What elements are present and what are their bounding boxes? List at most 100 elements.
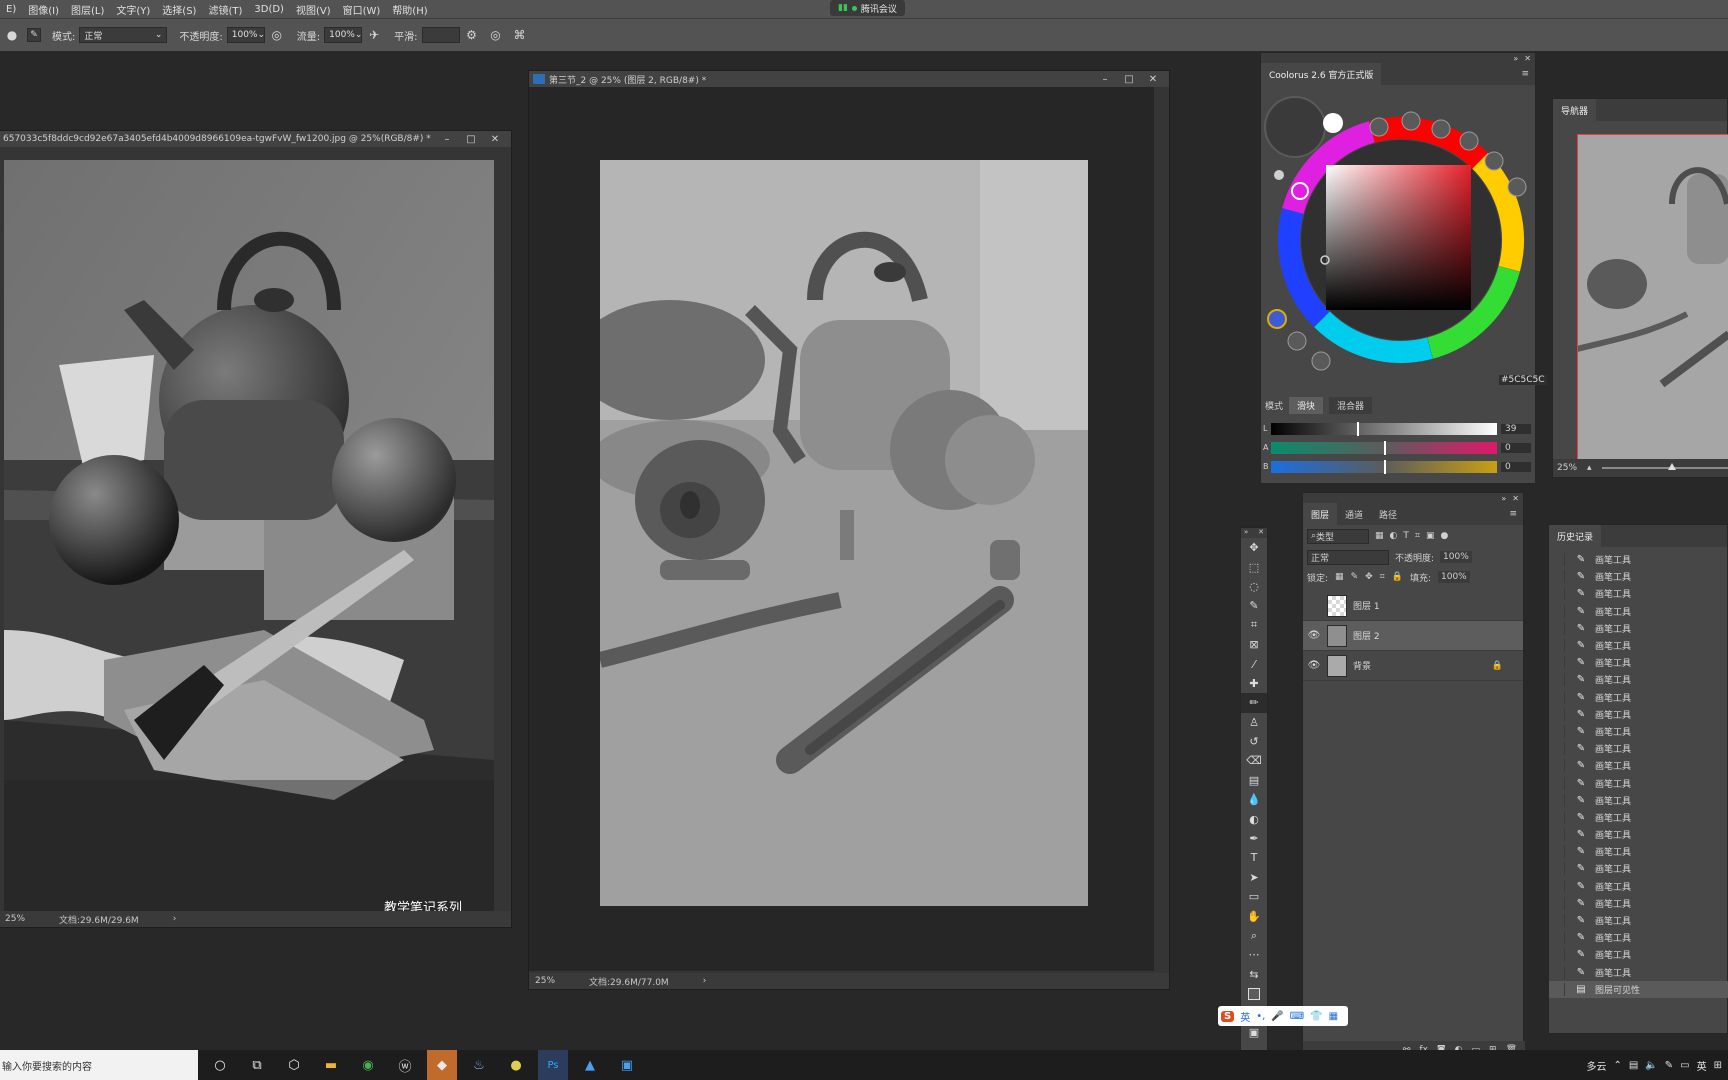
play-icon[interactable] bbox=[1311, 351, 1331, 371]
task-view-icon[interactable]: ⧉ bbox=[242, 1050, 272, 1080]
quick-select-tool-icon[interactable]: ✎ bbox=[1241, 596, 1267, 615]
a-slider-track[interactable] bbox=[1271, 440, 1497, 455]
history-item[interactable]: ✎ 画笔工具 bbox=[1549, 706, 1728, 723]
menu-type[interactable]: 文字(Y) bbox=[110, 2, 156, 17]
history-item[interactable]: ✎ 画笔工具 bbox=[1549, 603, 1728, 620]
menu-filter[interactable]: 滤镜(T) bbox=[202, 2, 248, 17]
slider-value[interactable]: 39 bbox=[1501, 423, 1531, 434]
dodge-tool-icon[interactable]: ◐ bbox=[1241, 809, 1267, 828]
layer-name[interactable]: 背景 bbox=[1353, 659, 1492, 672]
move-tool-icon[interactable]: ✥ bbox=[1241, 538, 1267, 557]
zoom-slider-thumb[interactable] bbox=[1667, 463, 1676, 470]
history-item[interactable]: ✎ 画笔工具 bbox=[1549, 964, 1728, 981]
layer-name[interactable]: 图层 2 bbox=[1353, 629, 1380, 642]
brush-settings-icon[interactable]: ✎ bbox=[27, 28, 41, 42]
lasso-tool-icon[interactable]: ◌ bbox=[1241, 577, 1267, 596]
menu-select[interactable]: 选择(S) bbox=[156, 2, 202, 17]
app-mountain-icon[interactable]: ▲ bbox=[575, 1050, 605, 1080]
app-lemon-icon[interactable]: ● bbox=[501, 1050, 531, 1080]
keyboard-icon[interactable]: ⌨ bbox=[1290, 1011, 1304, 1022]
close-icon[interactable]: ✕ bbox=[1258, 528, 1264, 538]
mode-select[interactable]: 正常 ⌄ bbox=[79, 27, 168, 43]
history-item[interactable]: ✎ 画笔工具 bbox=[1549, 723, 1728, 740]
zoom-tool-icon[interactable]: ⌕ bbox=[1241, 926, 1267, 945]
crop-tool-icon[interactable]: ⌗ bbox=[1241, 616, 1267, 635]
taskbar-search[interactable]: 输入你要搜索的内容 bbox=[0, 1050, 198, 1080]
eraser-tool-icon[interactable]: ⌫ bbox=[1241, 751, 1267, 770]
history-item[interactable]: ✎ 画笔工具 bbox=[1549, 860, 1728, 877]
tab-navigator[interactable]: 导航器 bbox=[1553, 99, 1597, 121]
b-slider-track[interactable] bbox=[1271, 459, 1497, 474]
preset-dial-icon[interactable] bbox=[1431, 119, 1451, 139]
hex-color-value[interactable]: #5C5C5C bbox=[1499, 375, 1547, 385]
navigator-preview[interactable] bbox=[1577, 134, 1728, 460]
lock-position-icon[interactable]: ✥ bbox=[1365, 572, 1373, 582]
slider-value[interactable]: 0 bbox=[1501, 461, 1531, 472]
marquee-tool-icon[interactable]: ⬚ bbox=[1241, 557, 1267, 576]
zoom-out-icon[interactable]: ▴ bbox=[1587, 463, 1592, 473]
volume-icon[interactable]: 🔈 bbox=[1645, 1060, 1657, 1071]
history-item[interactable]: ✎ 画笔工具 bbox=[1549, 551, 1728, 568]
chevron-right-icon[interactable]: › bbox=[703, 976, 707, 986]
lock-all-icon[interactable]: 🔒 bbox=[1392, 572, 1403, 582]
preset-dial-icon[interactable] bbox=[1507, 177, 1527, 197]
layer-row[interactable]: 图层 1 bbox=[1303, 591, 1523, 621]
gear-icon[interactable]: ⚙ bbox=[463, 26, 481, 44]
eyedropper-tool-icon[interactable]: ⁄ bbox=[1241, 654, 1267, 673]
foreground-color-swatch[interactable] bbox=[1241, 984, 1267, 1003]
maximize-icon[interactable]: □ bbox=[459, 134, 483, 145]
eye-icon[interactable]: 👁 bbox=[1303, 630, 1325, 641]
slider-thumb[interactable] bbox=[1356, 421, 1359, 436]
history-item[interactable]: ✎ 画笔工具 bbox=[1549, 792, 1728, 809]
collapse-icon[interactable]: » bbox=[1513, 54, 1518, 63]
document-title[interactable]: 第三节_2 @ 25% (图层 2, RGB/8#) * bbox=[549, 73, 1093, 86]
app-w-icon[interactable]: ⓦ bbox=[390, 1050, 420, 1080]
tab-coolorus[interactable]: Coolorus 2.6 官方正式版 bbox=[1261, 63, 1382, 85]
slider-value[interactable]: 0 bbox=[1501, 442, 1531, 453]
lock-artboard-icon[interactable]: ⌗ bbox=[1380, 572, 1385, 582]
reference-photo[interactable]: 教学笔记系列 bbox=[4, 160, 494, 920]
history-item[interactable]: ✎ 画笔工具 bbox=[1549, 946, 1728, 963]
path-select-tool-icon[interactable]: ➤ bbox=[1241, 868, 1267, 887]
history-item[interactable]: ✎ 画笔工具 bbox=[1549, 740, 1728, 757]
brightness-icon[interactable] bbox=[1274, 170, 1284, 180]
history-item[interactable]: ✎ 画笔工具 bbox=[1549, 809, 1728, 826]
zoom-readout[interactable]: 25% bbox=[1557, 463, 1577, 473]
panel-menu-icon[interactable]: ≡ bbox=[1509, 509, 1523, 519]
brush-preset-icon[interactable]: ● bbox=[3, 26, 21, 44]
menu-layer[interactable]: 图层(L) bbox=[65, 2, 110, 17]
slider-mode-button[interactable]: 滑块 bbox=[1289, 397, 1324, 414]
pressure-size-icon[interactable]: ◎ bbox=[487, 26, 505, 44]
flow-input[interactable]: 100% ⌄ bbox=[324, 27, 362, 43]
menu-3d[interactable]: 3D(D) bbox=[248, 4, 290, 15]
color-mode-icon[interactable] bbox=[1267, 309, 1287, 329]
layer-name[interactable]: 图层 1 bbox=[1353, 599, 1380, 612]
history-item[interactable]: ✎ 画笔工具 bbox=[1549, 774, 1728, 791]
history-item[interactable]: ✎ 画笔工具 bbox=[1549, 912, 1728, 929]
document-title[interactable]: 657033c5f8ddc9cd92e67a3405efd4b4009d8966… bbox=[3, 134, 435, 144]
layer-row[interactable]: 👁 背景 🔒 bbox=[1303, 651, 1523, 681]
history-item-visibility[interactable]: ▤ 图层可见性 bbox=[1549, 980, 1728, 998]
history-item[interactable]: ✎ 画笔工具 bbox=[1549, 637, 1728, 654]
layer-row[interactable]: 👁 图层 2 bbox=[1303, 621, 1523, 651]
menu-window[interactable]: 窗口(W) bbox=[337, 2, 387, 17]
airbrush-icon[interactable]: ✈ bbox=[365, 26, 383, 44]
close-icon[interactable]: ✕ bbox=[1141, 74, 1165, 85]
file-explorer-icon[interactable]: ▬ bbox=[316, 1050, 346, 1080]
tab-channels[interactable]: 通道 bbox=[1337, 503, 1371, 525]
l-slider-track[interactable] bbox=[1271, 421, 1497, 436]
gradient-tool-icon[interactable]: ▤ bbox=[1241, 771, 1267, 790]
preset-dial-icon[interactable] bbox=[1369, 117, 1389, 137]
color-swatch-icon[interactable] bbox=[1264, 96, 1326, 158]
frame-tool-icon[interactable]: ⊠ bbox=[1241, 635, 1267, 654]
toolbox-icon[interactable]: ▦ bbox=[1329, 1011, 1338, 1022]
menu-image[interactable]: 图像(I) bbox=[22, 2, 65, 17]
filter-shape-icon[interactable]: ⌗ bbox=[1415, 531, 1420, 541]
fill-value[interactable]: 100% bbox=[1438, 571, 1470, 583]
close-icon[interactable]: ✕ bbox=[1512, 494, 1519, 503]
clone-stamp-tool-icon[interactable]: ♙ bbox=[1241, 713, 1267, 732]
collapse-icon[interactable]: » bbox=[1244, 528, 1248, 538]
slider-thumb[interactable] bbox=[1384, 459, 1386, 474]
history-brush-tool-icon[interactable]: ↺ bbox=[1241, 732, 1267, 751]
history-item[interactable]: ✎ 画笔工具 bbox=[1549, 585, 1728, 602]
